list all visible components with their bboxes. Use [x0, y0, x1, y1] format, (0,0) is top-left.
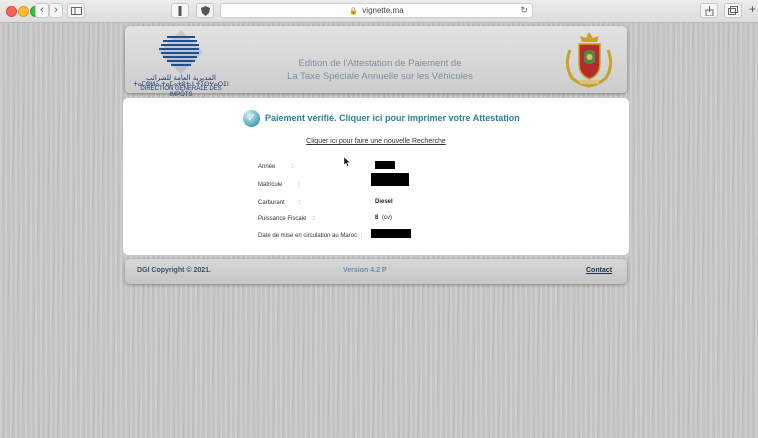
moroccan-coat-of-arms-icon	[565, 32, 613, 88]
matricule-label: Matricule	[258, 182, 283, 188]
reload-icon[interactable]: ↻	[520, 4, 528, 17]
sidebar-icon	[70, 7, 82, 15]
page-footer: DGI Copyright © 2021. Version 4.2 P Cont…	[125, 259, 627, 284]
title-line-1: Edition de l'Attestation de Paiement de	[298, 58, 462, 69]
annee-redacted-value	[375, 161, 395, 169]
page-header: المديرية العامة للضرائب ⵜⴰⵎⵀⵍⴰ ⵜⴰⵎⴰⵜⵓⵜ ⵏ…	[125, 26, 627, 98]
contact-link[interactable]: Contact	[586, 267, 612, 274]
sidebar-button[interactable]	[67, 3, 85, 18]
date-colon: :	[360, 233, 363, 239]
key-icon	[178, 6, 182, 16]
share-icon	[705, 6, 713, 17]
tabs-icon	[728, 6, 738, 15]
date-row: Date de mise en circulation au Maroc :	[258, 233, 362, 239]
carburant-colon: :	[298, 200, 301, 206]
forward-button[interactable]: ›	[49, 3, 63, 18]
close-window-button[interactable]	[6, 6, 17, 17]
annee-colon: :	[292, 164, 294, 170]
puissance-value-group: 8 (cv)	[375, 215, 392, 221]
copyright-text: DGI Copyright © 2021.	[137, 267, 212, 274]
annee-label: Année	[258, 164, 276, 170]
chevron-left-icon: ‹	[40, 4, 44, 16]
url-text: vignette.ma	[362, 6, 404, 15]
new-search-link[interactable]: Cliquer ici pour faire une nouvelle Rech…	[123, 138, 629, 145]
shield-button[interactable]	[196, 3, 214, 18]
puissance-value: 8	[375, 215, 379, 221]
page-title: Edition de l'Attestation de Paiement de …	[275, 57, 485, 83]
privacy-report-button[interactable]	[171, 3, 189, 18]
browser-toolbar: ‹ › 🔒 vignette.ma ↻ +	[0, 0, 758, 23]
mouse-cursor-icon	[344, 157, 351, 167]
title-line-2: La Taxe Spéciale Annuelle sur les Véhicu…	[287, 71, 473, 82]
dgi-emblem-icon	[159, 30, 203, 74]
puissance-label: Puissance Fiscale	[258, 216, 307, 222]
matricule-row: Matricule :	[258, 182, 300, 188]
carburant-label: Carburant	[258, 200, 285, 206]
version-text: Version 4.2 P	[343, 267, 387, 274]
annee-row: Année :	[258, 164, 294, 170]
lock-icon: 🔒	[349, 8, 359, 15]
verified-message[interactable]: Paiement vérifié. Cliquer ici pour impri…	[265, 113, 520, 123]
dgi-logo: المديرية العامة للضرائب ⵜⴰⵎⵀⵍⴰ ⵜⴰⵎⴰⵜⵓⵜ ⵏ…	[131, 28, 229, 98]
date-label: Date de mise en circulation au Maroc	[258, 233, 358, 239]
matricule-colon: :	[298, 182, 300, 188]
carburant-row: Carburant :	[258, 200, 300, 206]
new-tab-button[interactable]: +	[747, 3, 758, 18]
minimize-window-button[interactable]	[18, 6, 29, 17]
shield-icon	[200, 6, 210, 16]
tabs-overview-button[interactable]	[724, 3, 742, 18]
back-button[interactable]: ‹	[35, 3, 49, 18]
share-button[interactable]	[700, 3, 718, 18]
carburant-value: Diesel	[375, 199, 393, 205]
chevron-right-icon: ›	[54, 4, 58, 16]
logo-text: DIRECTION GÉNÉRALE DES IMPÔTS	[140, 86, 222, 98]
matricule-redacted-value	[371, 173, 409, 186]
puissance-unit: (cv)	[382, 215, 393, 221]
plus-icon: +	[748, 2, 756, 16]
puissance-row: Puissance Fiscale :	[258, 216, 315, 222]
puissance-colon: :	[313, 216, 315, 222]
check-icon[interactable]: ✓	[243, 110, 260, 127]
result-card: ✓ Paiement vérifié. Cliquer ici pour imp…	[123, 98, 629, 255]
date-redacted-value	[371, 229, 411, 238]
address-bar[interactable]: 🔒 vignette.ma ↻	[220, 3, 533, 18]
